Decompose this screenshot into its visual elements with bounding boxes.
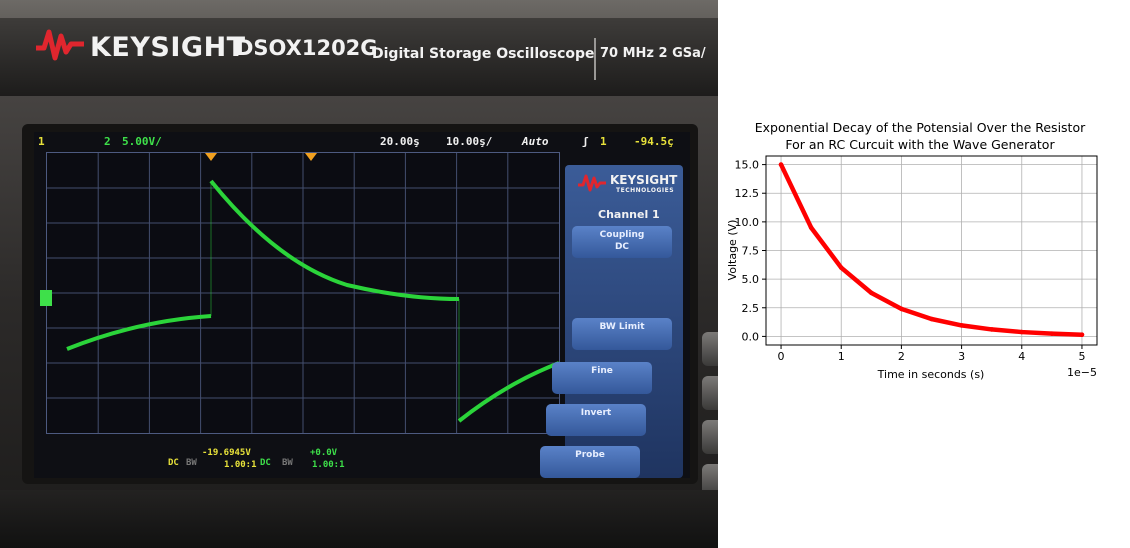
invert-softkey[interactable]: Invert [546,404,646,436]
ch1-coupling: DC [168,458,179,468]
trigger-level: -94.5ç [634,135,674,148]
invert-label: Invert [580,408,612,418]
trigger-marker-icon [205,153,217,161]
ch2-scale: 5.00V/ [122,135,162,148]
scope-subtitle: Digital Storage Oscilloscope [372,46,595,62]
series-line [778,162,1085,337]
data-point [808,225,814,230]
bw-limit-softkey[interactable]: BW Limit [572,318,672,350]
ch2-coupling: DC [260,458,271,468]
softkey-2-button[interactable] [702,376,718,410]
probe-label: Probe [575,450,605,460]
ch2-marker: 2 [104,135,111,148]
data-point [1079,332,1085,337]
y-tick-label: 5.0 [742,273,760,286]
keysight-logo-icon [36,29,84,61]
data-point [929,316,934,322]
softkey-3-button[interactable] [702,420,718,454]
probe-softkey[interactable]: Probe [540,446,640,478]
trigger-source: 1 [600,135,607,148]
x-tick-label: 1 [838,350,845,363]
coupling-softkey[interactable]: Coupling DC [572,226,672,258]
x-offset-text: 1e−5 [1067,366,1097,379]
y-tick-label: 15.0 [735,159,760,172]
chart-title-line2: For an RC Curcuit with the Wave Generato… [785,137,1055,152]
ch1-bw: BW [186,458,197,468]
coupling-label: Coupling [599,230,645,240]
scope-lower-panel [0,490,718,548]
data-point [1019,329,1025,335]
ch1-offset: -19.6945V [202,448,251,458]
data-point [778,162,784,167]
x-tick-label: 2 [898,350,905,363]
data-point [989,327,994,332]
data-point [869,290,874,296]
x-axis-label: Time in seconds (s) [877,368,985,381]
fine-softkey[interactable]: Fine [552,362,652,394]
ch1-marker: 1 [38,135,45,148]
data-point [899,306,904,312]
chart-title-line1: Exponential Decay of the Potensial Over … [755,120,1086,135]
trace-segment-2 [209,179,460,301]
ch2-ground-marker-icon [40,290,52,306]
decay-chart: Exponential Decay of the Potensial Over … [726,120,1098,381]
trace-segment-3 [457,361,559,423]
x-tick-label: 3 [958,350,965,363]
y-ticks: 0.02.55.07.510.012.515.0 [735,159,766,343]
fine-label: Fine [591,366,613,376]
scope-spec: 70 MHz 2 GSa/ [600,46,706,61]
trigger-mode: Auto [522,135,549,148]
scope-brand: KEYSIGHT [90,32,246,63]
x-tick-label: 5 [1078,350,1085,363]
ch2-bw: BW [282,458,293,468]
x-tick-label: 4 [1018,350,1025,363]
y-tick-label: 2.5 [742,302,760,315]
scope-graticule [46,152,560,434]
bw-limit-label: BW Limit [599,322,645,332]
graticule-lines [47,153,559,433]
bezel-divider [594,38,596,80]
side-logo-sub: TECHNOLOGIES [616,187,675,194]
x-ticks: 0 1 2 3 4 5 [778,345,1085,363]
side-logo-brand: KEYSIGHT [610,173,678,187]
oscilloscope-photo: KEYSIGHT DSOX1202G Digital Storage Oscil… [0,0,718,548]
ch2-ratio: 1.00:1 [312,460,345,470]
ch1-ratio: 1.00:1 [224,460,257,470]
side-panel-title: Channel 1 [598,208,660,221]
trigger-edge-icon: ʃ [582,135,589,148]
timebase-readout: 10.00ş/ [446,135,493,148]
data-point [838,265,844,270]
side-logo-text: KEYSIGHT TECHNOLOGIES [610,173,677,194]
y-tick-label: 0.0 [742,330,760,343]
side-logo-icon [578,174,606,192]
data-point [1049,331,1055,336]
y-tick-label: 7.5 [742,245,760,258]
softkey-1-button[interactable] [702,332,718,366]
scope-model: DSOX1202G [236,36,378,60]
trace-segment-1 [66,314,212,351]
delay-readout: 20.00ş [380,135,420,148]
ch2-offset: +0.0V [310,448,338,458]
delay-marker-icon [305,153,317,161]
coupling-value: DC [614,242,630,252]
y-axis-label: Voltage (V) [726,220,739,281]
scope-status-bar: 1 2 5.00V/ 20.00ş 10.00ş/ Auto ʃ 1 -94.5… [34,133,690,151]
chart-series [778,162,1085,337]
data-point [959,323,964,328]
y-tick-label: 12.5 [735,187,760,200]
x-tick-label: 0 [778,350,785,363]
